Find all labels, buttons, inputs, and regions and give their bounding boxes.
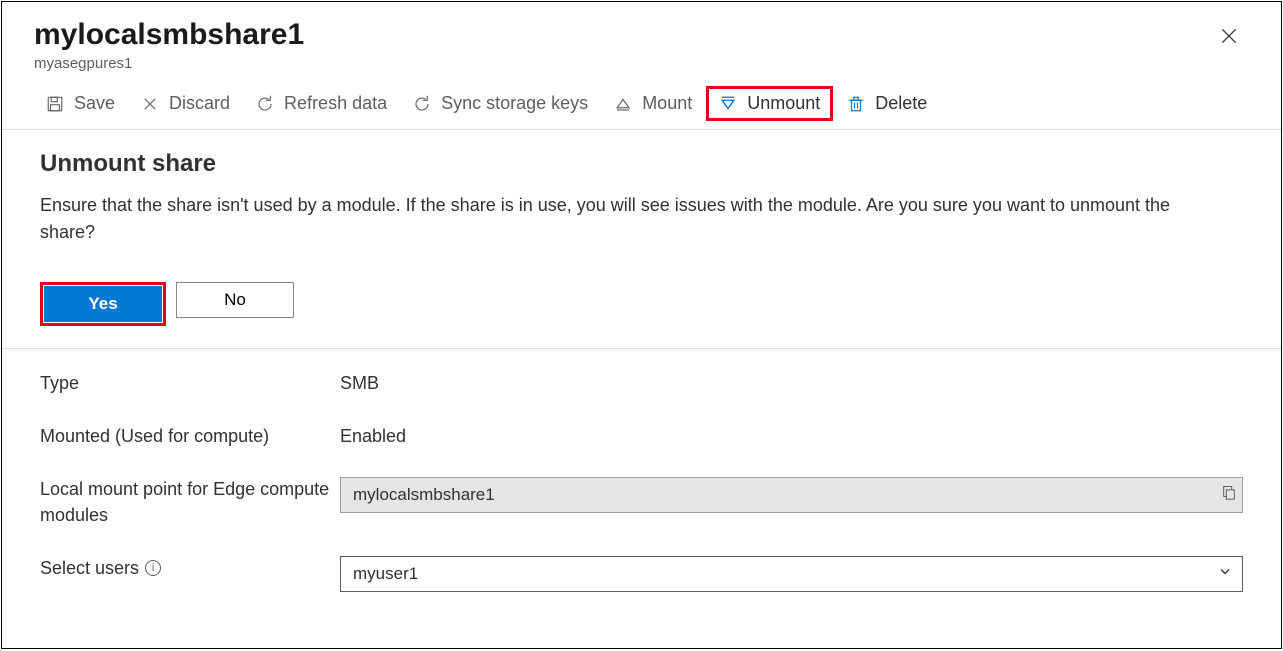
sync-label: Sync storage keys xyxy=(441,93,588,114)
type-value: SMB xyxy=(340,371,379,396)
mount-label: Mount xyxy=(642,93,692,114)
dialog-button-row: Yes No xyxy=(40,282,1243,326)
discard-label: Discard xyxy=(169,93,230,114)
dialog-title: Unmount share xyxy=(40,150,1243,178)
save-button[interactable]: Save xyxy=(34,87,127,120)
discard-icon xyxy=(141,95,159,113)
mount-button[interactable]: Mount xyxy=(602,87,704,120)
mount-icon xyxy=(614,95,632,113)
select-users-value: myuser1 xyxy=(353,564,418,584)
page-title: mylocalsmbshare1 xyxy=(34,18,304,51)
mounted-label: Mounted (Used for compute) xyxy=(40,424,330,449)
refresh-button[interactable]: Refresh data xyxy=(244,87,399,120)
share-properties: Type SMB Mounted (Used for compute) Enab… xyxy=(2,349,1281,602)
row-type: Type SMB xyxy=(40,371,1243,396)
close-button[interactable] xyxy=(1215,22,1243,55)
close-icon xyxy=(1219,26,1239,46)
sync-icon xyxy=(413,95,431,113)
mounted-value: Enabled xyxy=(340,424,406,449)
no-button[interactable]: No xyxy=(176,282,294,318)
unmount-dialog: Unmount share Ensure that the share isn'… xyxy=(2,130,1281,349)
dialog-message: Ensure that the share isn't used by a mo… xyxy=(40,192,1210,246)
unmount-icon xyxy=(719,95,737,113)
mount-point-input[interactable] xyxy=(340,477,1243,513)
row-mounted: Mounted (Used for compute) Enabled xyxy=(40,424,1243,449)
delete-label: Delete xyxy=(875,93,927,114)
info-icon[interactable]: i xyxy=(145,560,161,576)
sync-button[interactable]: Sync storage keys xyxy=(401,87,600,120)
discard-button[interactable]: Discard xyxy=(129,87,242,120)
command-bar: Save Discard Refresh data Sync storage k… xyxy=(2,74,1281,130)
row-mount-point: Local mount point for Edge compute modul… xyxy=(40,477,1243,527)
select-users-wrap: myuser1 xyxy=(340,556,1243,592)
yes-button[interactable]: Yes xyxy=(44,286,162,322)
unmount-button[interactable]: Unmount xyxy=(706,86,833,121)
select-users-label-wrap: Select users i xyxy=(40,556,330,581)
refresh-label: Refresh data xyxy=(284,93,387,114)
panel-header: mylocalsmbshare1 myasegpures1 xyxy=(2,2,1281,74)
select-users-dropdown[interactable]: myuser1 xyxy=(340,556,1243,592)
save-label: Save xyxy=(74,93,115,114)
mount-point-label: Local mount point for Edge compute modul… xyxy=(40,477,330,527)
copy-button[interactable] xyxy=(1221,485,1237,506)
resource-subtitle: myasegpures1 xyxy=(34,55,304,72)
refresh-icon xyxy=(256,95,274,113)
mount-point-input-wrap xyxy=(340,477,1243,513)
share-panel: mylocalsmbshare1 myasegpures1 Save Disca… xyxy=(1,1,1282,649)
title-block: mylocalsmbshare1 myasegpures1 xyxy=(34,18,304,72)
unmount-label: Unmount xyxy=(747,93,820,114)
delete-button[interactable]: Delete xyxy=(835,87,939,120)
row-select-users: Select users i myuser1 xyxy=(40,556,1243,592)
delete-icon xyxy=(847,95,865,113)
yes-highlight: Yes xyxy=(40,282,166,326)
save-icon xyxy=(46,95,64,113)
select-users-label: Select users xyxy=(40,556,139,581)
type-label: Type xyxy=(40,371,330,396)
copy-icon xyxy=(1221,485,1237,501)
